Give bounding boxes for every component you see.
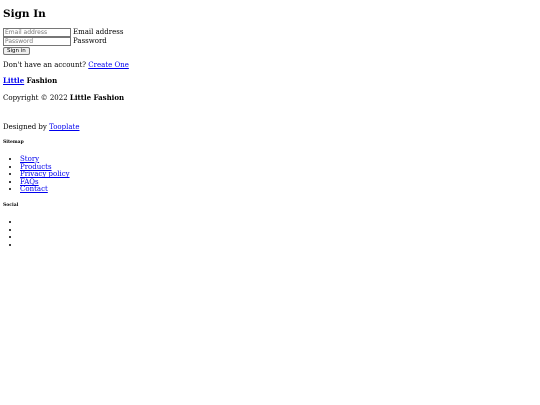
page-title: Sign In (3, 8, 46, 20)
copyright: Copyright © 2022 Little Fashion (3, 93, 125, 103)
copyright-brand: Little Fashion (69, 93, 125, 102)
sitemap-title: Sitemap (3, 140, 24, 145)
email-input[interactable] (3, 28, 71, 37)
email-row: Email address (3, 28, 123, 37)
sitemap-list: Story Products Privacy policy FAQs Conta… (3, 155, 70, 194)
designed-by: Designed by Tooplate (3, 123, 80, 131)
page: Sign In Email address Password Sign in D… (0, 0, 540, 405)
designed-by-text: Designed by (3, 123, 47, 131)
tooplate-link[interactable]: Tooplate (49, 123, 79, 131)
email-label: Email address (73, 28, 124, 36)
password-row: Password (3, 37, 123, 46)
brand-link[interactable]: Little (3, 76, 24, 85)
create-account-prompt: Don't have an account? Create One (3, 61, 129, 69)
password-label: Password (73, 37, 107, 45)
brand: Little Fashion (3, 77, 57, 85)
sign-in-form: Email address Password Sign in (3, 28, 123, 55)
sitemap-link-contact[interactable]: Contact (20, 185, 48, 194)
sitemap-item-contact: Contact (20, 186, 70, 194)
copyright-text: Copyright © 2022 (3, 94, 68, 102)
social-list (3, 219, 20, 249)
brand-text: Fashion (26, 76, 58, 85)
create-account-link[interactable]: Create One (88, 61, 129, 69)
password-input[interactable] (3, 37, 71, 46)
sign-in-button[interactable]: Sign in (3, 47, 30, 55)
no-account-text: Don't have an account? (3, 61, 87, 69)
social-title: Social (3, 203, 19, 208)
